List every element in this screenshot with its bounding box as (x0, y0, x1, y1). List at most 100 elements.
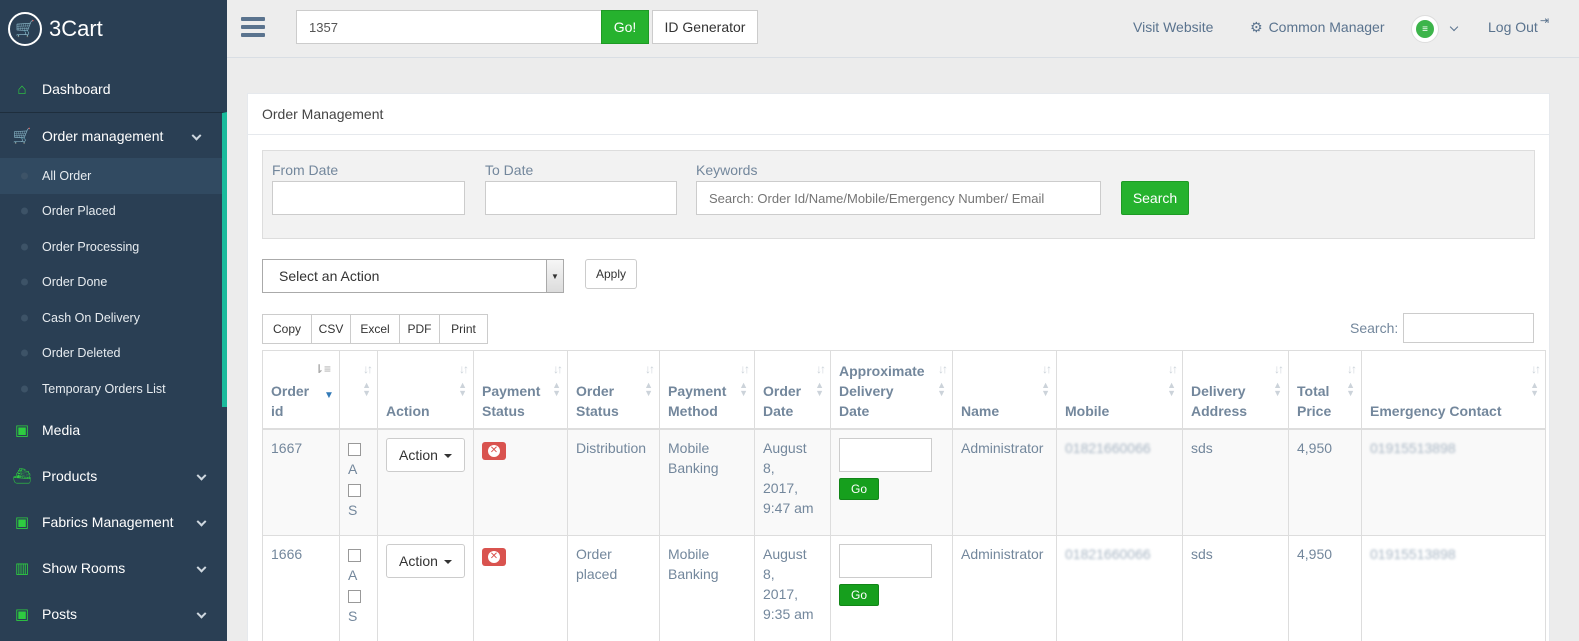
payment-method-cell: Mobile Banking (659, 428, 755, 536)
sort-arrows-icon: ▲ ▼ (458, 380, 467, 398)
payment-status-cell: ✕ (473, 428, 568, 536)
pdf-button[interactable]: PDF (399, 314, 440, 344)
gear-icon: ⚙ (1250, 19, 1263, 35)
sort-icon: ↓↑ (1274, 362, 1284, 376)
from-date-input[interactable] (272, 181, 465, 215)
order-management-panel: Order Management From Date To Date Keywo… (247, 93, 1550, 641)
sidebar-item-posts[interactable]: ▣ Posts (0, 591, 227, 637)
print-button[interactable]: Print (439, 314, 488, 344)
row-action-dropdown[interactable]: Action (386, 544, 465, 578)
image-icon: ▣ (14, 421, 30, 439)
submenu-item-order-done[interactable]: Order Done (0, 265, 222, 301)
keywords-input[interactable] (696, 181, 1101, 215)
checkbox-a[interactable] (348, 549, 361, 562)
common-manager-label: Common Manager (1268, 19, 1385, 35)
copy-button[interactable]: Copy (262, 314, 312, 344)
sort-icon: ↓↑ (938, 362, 948, 376)
order-submenu: All Order Order Placed Order Processing … (0, 158, 227, 407)
col-name[interactable]: ↓↑ ▲ ▼ Name (952, 350, 1057, 430)
go-button[interactable]: Go! (601, 10, 649, 44)
keywords-label: Keywords (696, 162, 758, 178)
checkbox-cell: A S (339, 428, 378, 536)
col-mobile[interactable]: ↓↑ ▲ ▼ Mobile (1056, 350, 1183, 430)
logout-link[interactable]: Log Out (1488, 19, 1538, 35)
chevron-down-icon (196, 470, 207, 481)
submenu-item-order-processing[interactable]: Order Processing (0, 229, 222, 265)
filter-box: From Date To Date Keywords Search (262, 150, 1535, 239)
table-search-input[interactable] (1403, 313, 1534, 343)
sort-arrows-icon: ▲ ▼ (739, 380, 748, 398)
name-cell: Administrator (952, 535, 1057, 641)
row-go-button[interactable]: Go (839, 584, 879, 606)
sort-arrows-icon: ▲ ▼ (1530, 380, 1539, 398)
delivery-date-cell: Go (830, 428, 953, 536)
col-payment-status[interactable]: ↓↑ ▲ ▼ Payment Status (473, 350, 568, 430)
bulk-action-select[interactable]: Select an Action ▼ (262, 259, 564, 293)
table-row: 1667 A S Action ✕ Distribution Mobile Ban… (262, 428, 1546, 536)
sort-icon: ↓↑ (553, 362, 563, 376)
col-payment-method[interactable]: ↓↑ ▲ ▼ Payment Method (659, 350, 755, 430)
order-id-cell: 1666 (262, 535, 340, 641)
sort-icon: ↓↑ (363, 362, 373, 376)
sort-arrows-icon: ▲ ▼ (937, 380, 946, 398)
col-emergency-contact[interactable]: ↓↑ ▲ ▼ Emergency Contact (1361, 350, 1546, 430)
address-cell: sds (1182, 428, 1289, 536)
col-delivery-address[interactable]: ↓↑ ▲ ▼ Delivery Address (1182, 350, 1289, 430)
id-generator-button[interactable]: ID Generator (652, 10, 758, 44)
avatar[interactable]: ≡ (1411, 15, 1439, 43)
row-action-dropdown[interactable]: Action (386, 437, 465, 472)
row-go-button[interactable]: Go (839, 477, 879, 500)
payment-unpaid-badge: ✕ (482, 548, 506, 566)
col-checkbox[interactable]: ↓↑ ▲ ▼ (339, 350, 378, 430)
submenu-item-all-order[interactable]: All Order (0, 158, 222, 194)
sidebar-item-media[interactable]: ▣ Media (0, 407, 227, 453)
col-order-status[interactable]: ↓↑ ▲ ▼ Order Status (567, 350, 660, 430)
sort-icon: ↓↑ (1168, 362, 1178, 376)
total-price-cell: 4,950 (1288, 428, 1362, 536)
action-cell: Action (377, 535, 474, 641)
brand[interactable]: 🛒 3Cart (0, 0, 227, 58)
sidebar-item-products[interactable]: ⛴ Products (0, 453, 227, 499)
csv-button[interactable]: CSV (311, 314, 351, 344)
col-order-date[interactable]: ↓↑ ▲ ▼ Order Date (754, 350, 831, 430)
sidebar-item-fabrics-management[interactable]: ▣ Fabrics Management (0, 499, 227, 545)
excel-button[interactable]: Excel (350, 314, 400, 344)
col-total-price[interactable]: ↓↑ ▲ ▼ Total Price (1288, 350, 1362, 430)
sort-icon: ↓↑ (1347, 362, 1357, 376)
col-order-id[interactable]: ⇂≡ Order id ▼ (262, 350, 340, 430)
checkbox-s[interactable] (348, 483, 361, 497)
sidebar-item-dashboard[interactable]: ⌂ Dashboard (0, 66, 227, 112)
submenu-item-order-placed[interactable]: Order Placed (0, 194, 222, 230)
order-status-cell: Order placed (567, 535, 660, 641)
search-button[interactable]: Search (1121, 181, 1189, 215)
submenu-item-temporary-orders[interactable]: Temporary Orders List (0, 371, 222, 407)
checkbox-s[interactable] (348, 590, 361, 603)
checkbox-a[interactable] (348, 442, 361, 456)
col-delivery-date[interactable]: ↓↑ ▲ ▼ Approximate Delivery Date (830, 350, 953, 430)
apply-button[interactable]: Apply (585, 259, 637, 289)
brand-name: 3Cart (49, 16, 103, 41)
table-row: 1666 A S Action ✕ Order placed Mobile Bank… (262, 535, 1546, 641)
chevron-down-icon[interactable] (1449, 22, 1459, 32)
delivery-date-input[interactable] (839, 437, 932, 472)
sort-arrows-icon: ▲ ▼ (552, 380, 561, 398)
menu-toggle-icon[interactable] (241, 17, 265, 37)
from-date-label: From Date (272, 162, 339, 178)
mobile-cell: 01821660066 (1056, 535, 1183, 641)
sidebar-item-order-management[interactable]: 🛒 Order management (0, 112, 227, 158)
to-date-input[interactable] (485, 181, 677, 215)
submenu-item-order-deleted[interactable]: Order Deleted (0, 336, 222, 372)
sort-icon: ↓↑ (816, 362, 826, 376)
sidebar-item-show-rooms[interactable]: ▥ Show Rooms (0, 545, 227, 591)
order-id-input[interactable] (296, 10, 602, 44)
checkbox-s-label: S (348, 608, 358, 624)
common-manager-link[interactable]: ⚙ Common Manager (1250, 19, 1385, 36)
sort-icon: ↓↑ (645, 362, 655, 376)
checkbox-cell: A S (339, 535, 378, 641)
visit-website-link[interactable]: Visit Website (1133, 19, 1213, 35)
delivery-date-input[interactable] (839, 544, 932, 578)
col-action[interactable]: ↓↑ ▲ ▼ Action (377, 350, 474, 430)
avatar-logo-icon: ≡ (1416, 20, 1434, 38)
submenu-item-cash-on-delivery[interactable]: Cash On Delivery (0, 300, 222, 336)
building-icon: ▥ (14, 559, 30, 577)
